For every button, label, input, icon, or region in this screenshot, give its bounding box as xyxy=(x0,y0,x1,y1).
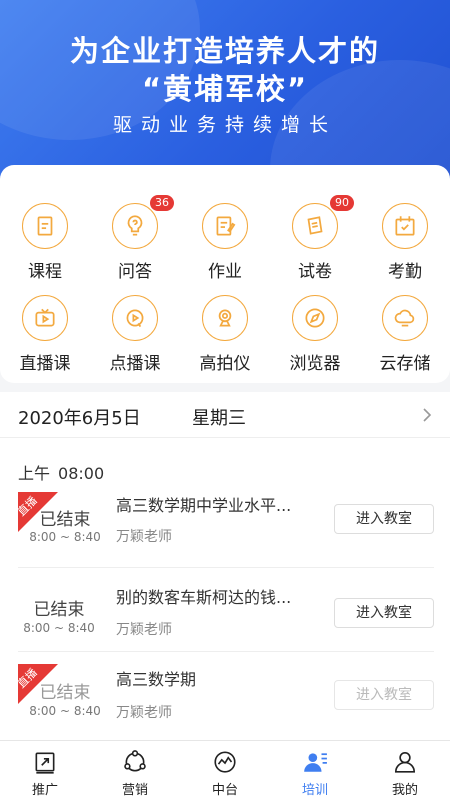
grid-item-course[interactable]: 课程 xyxy=(0,183,90,282)
grid-item-homework[interactable]: 作业 xyxy=(180,183,270,282)
grid-item-vod[interactable]: 点播课 xyxy=(90,275,180,374)
promote-icon xyxy=(35,752,55,774)
tab-label: 中台 xyxy=(211,783,238,798)
class-time: 8:00 ~ 8:40 xyxy=(23,621,95,635)
exam-icon xyxy=(292,203,338,249)
qa-badge: 36 xyxy=(150,195,174,211)
class-row[interactable]: 直播 已结束 8:00 ~ 8:40 高三数学期中学业水平... 万颖老师 进入… xyxy=(0,484,450,568)
class-status: 已结束 xyxy=(39,510,91,530)
camera-scanner-icon xyxy=(202,295,248,341)
compass-icon xyxy=(292,295,338,341)
tab-label: 我的 xyxy=(391,783,418,798)
banner-subtitle: 驱动业务持续增长 xyxy=(112,114,337,136)
training-icon xyxy=(304,753,327,772)
grid-item-attendance[interactable]: 考勤 xyxy=(360,183,450,282)
tab-label: 培训 xyxy=(301,783,328,798)
grid-item-live[interactable]: 直播课 xyxy=(0,275,90,374)
attendance-icon xyxy=(382,203,428,249)
tab-marketing[interactable]: 营销 xyxy=(90,741,180,800)
banner-title-line1: 为企业打造培养人才的 xyxy=(69,34,380,68)
cloud-storage-icon xyxy=(382,295,428,341)
class-title: 高三数学期 xyxy=(116,670,197,689)
enter-classroom-button[interactable]: 进入教室 xyxy=(334,504,434,534)
class-teacher: 万颖老师 xyxy=(116,529,172,545)
period-header: 上午 08:00 xyxy=(18,460,104,484)
marketing-icon xyxy=(124,750,146,772)
grid-item-exam[interactable]: 90 试卷 xyxy=(270,183,360,282)
tab-platform[interactable]: 中台 xyxy=(180,741,270,800)
banner-title-line2: “黄埔军校” xyxy=(141,72,309,106)
period-label: 上午 xyxy=(18,464,51,483)
class-title: 高三数学期中学业水平... xyxy=(116,496,292,515)
profile-icon xyxy=(394,751,416,773)
class-row[interactable]: 已结束 8:00 ~ 8:40 别的数客车斯柯达的钱... 万颖老师 进入教室 xyxy=(0,568,450,652)
tab-profile[interactable]: 我的 xyxy=(360,741,450,800)
class-row[interactable]: 直播 已结束 8:00 ~ 8:40 高三数学期 万颖老师 进入教室 xyxy=(0,654,450,738)
date-row[interactable]: 2020年6月5日 星期三 xyxy=(0,392,450,438)
grid-item-scanner[interactable]: 高拍仪 xyxy=(180,275,270,374)
homework-icon xyxy=(202,203,248,249)
enter-classroom-button[interactable]: 进入教室 xyxy=(334,598,434,628)
grid-item-qa[interactable]: 36 问答 xyxy=(90,183,180,282)
tab-promote[interactable]: 推广 xyxy=(0,741,90,800)
enter-classroom-button[interactable]: 进入教室 xyxy=(334,680,434,710)
class-teacher: 万颖老师 xyxy=(116,622,172,638)
grid-label: 高拍仪 xyxy=(199,354,251,374)
class-time: 8:00 ~ 8:40 xyxy=(29,530,101,544)
weekday-text: 星期三 xyxy=(192,408,246,429)
vod-icon xyxy=(112,295,158,341)
feature-grid: 课程 36 问答 作业 90 试卷 考勤 直播课 点播课 高拍仪 浏览器 云存储 xyxy=(0,165,450,383)
bottom-tab-bar: 推广 营销 中台 培训 我的 xyxy=(0,740,450,800)
grid-label: 浏览器 xyxy=(289,354,341,374)
course-icon xyxy=(22,203,68,249)
exam-badge: 90 xyxy=(330,195,354,211)
grid-label: 云存储 xyxy=(379,354,431,374)
live-tv-icon xyxy=(22,295,68,341)
grid-item-browser[interactable]: 浏览器 xyxy=(270,275,360,374)
class-status: 已结束 xyxy=(39,683,91,703)
tab-label: 推广 xyxy=(31,783,58,798)
grid-label: 直播课 xyxy=(19,354,71,374)
schedule-panel: 2020年6月5日 星期三 上午 08:00 直播 已结束 8:00 ~ 8:40… xyxy=(0,392,450,740)
chevron-right-icon[interactable] xyxy=(420,406,434,424)
grid-item-cloud[interactable]: 云存储 xyxy=(360,275,450,374)
tab-training[interactable]: 培训 xyxy=(270,741,360,800)
qa-icon xyxy=(112,203,158,249)
platform-icon xyxy=(214,751,236,773)
class-teacher: 万颖老师 xyxy=(116,705,172,721)
tab-label: 营销 xyxy=(121,783,148,798)
period-time: 08:00 xyxy=(58,464,105,483)
class-title: 别的数客车斯柯达的钱... xyxy=(116,588,292,607)
grid-label: 点播课 xyxy=(109,354,161,374)
class-time: 8:00 ~ 8:40 xyxy=(29,704,101,718)
class-status: 已结束 xyxy=(33,600,85,620)
date-text: 2020年6月5日 xyxy=(18,408,141,429)
